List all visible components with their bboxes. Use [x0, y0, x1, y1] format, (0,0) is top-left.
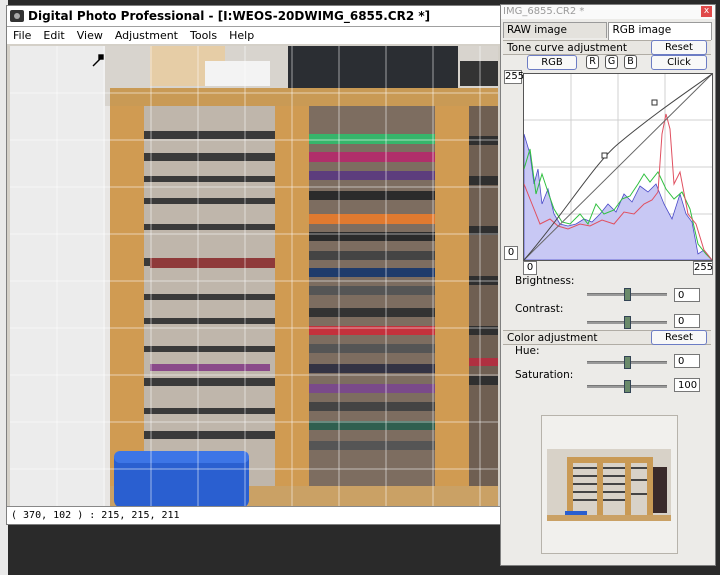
menu-tools[interactable]: Tools — [190, 29, 217, 42]
saturation-thumb[interactable] — [624, 380, 631, 393]
green-channel-button[interactable]: G — [605, 55, 618, 69]
menu-edit[interactable]: Edit — [43, 29, 64, 42]
color-adjustment-title: Color adjustment — [507, 332, 598, 344]
menu-view[interactable]: View — [77, 29, 103, 42]
palette-title-bar[interactable]: IMG_6855.CR2 * x — [501, 5, 715, 19]
tab-raw-adjustment[interactable]: RAW image adjustment — [503, 22, 608, 51]
status-bar: ( 370, 102 ) : 215, 215, 211 — [7, 506, 500, 524]
navigator-preview[interactable] — [541, 415, 678, 554]
main-window: Digital Photo Professional - [I:WEOS-20D… — [6, 5, 501, 525]
menu-adjustment[interactable]: Adjustment — [115, 29, 178, 42]
contrast-label: Contrast: — [515, 303, 564, 315]
preview-thumbnail — [547, 449, 671, 521]
hue-thumb[interactable] — [624, 356, 631, 369]
menu-help[interactable]: Help — [229, 29, 254, 42]
menu-file[interactable]: File — [13, 29, 31, 42]
click-white-balance-button[interactable]: Click — [651, 55, 707, 70]
photo — [10, 46, 498, 508]
palette-tabs: RAW image adjustment RGB image adjustmen… — [503, 22, 713, 51]
histogram-plot — [523, 73, 713, 261]
blue-channel-button[interactable]: B — [624, 55, 637, 69]
close-icon[interactable]: x — [701, 6, 712, 17]
hue-label: Hue: — [515, 345, 540, 357]
contrast-value[interactable]: 0 — [674, 314, 700, 328]
brightness-thumb[interactable] — [624, 288, 631, 301]
curve-x-max: 255 — [693, 261, 714, 275]
palette-title: IMG_6855.CR2 * — [503, 6, 585, 17]
tool-palette: IMG_6855.CR2 * x RAW image adjustment RG… — [500, 4, 716, 566]
saturation-value[interactable]: 100 — [674, 378, 700, 392]
color-reset-button[interactable]: Reset — [651, 330, 707, 345]
tab-rgb-adjustment[interactable]: RGB image adjustment — [608, 22, 712, 51]
red-channel-button[interactable]: R — [586, 55, 599, 69]
main-title: Digital Photo Professional - [I:WEOS-20D… — [28, 9, 431, 23]
tone-curve-reset-button[interactable]: Reset — [651, 40, 707, 55]
brightness-value[interactable]: 0 — [674, 288, 700, 302]
saturation-label: Saturation: — [515, 369, 574, 381]
curve-y-min: 0 — [504, 246, 518, 260]
tone-curve-title: Tone curve adjustment — [507, 42, 627, 54]
curve-y-max: 255 — [504, 70, 525, 84]
menu-bar: File Edit View Adjustment Tools Help — [7, 27, 500, 44]
hue-value[interactable]: 0 — [674, 354, 700, 368]
rgb-channel-button[interactable]: RGB — [527, 55, 577, 70]
camera-icon — [10, 10, 24, 22]
tone-curve-graph[interactable] — [523, 73, 713, 261]
image-canvas[interactable] — [10, 46, 498, 508]
main-title-bar[interactable]: Digital Photo Professional - [I:WEOS-20D… — [7, 6, 500, 27]
contrast-thumb[interactable] — [624, 316, 631, 329]
curve-x-min: 0 — [523, 261, 537, 275]
brightness-label: Brightness: — [515, 275, 575, 287]
